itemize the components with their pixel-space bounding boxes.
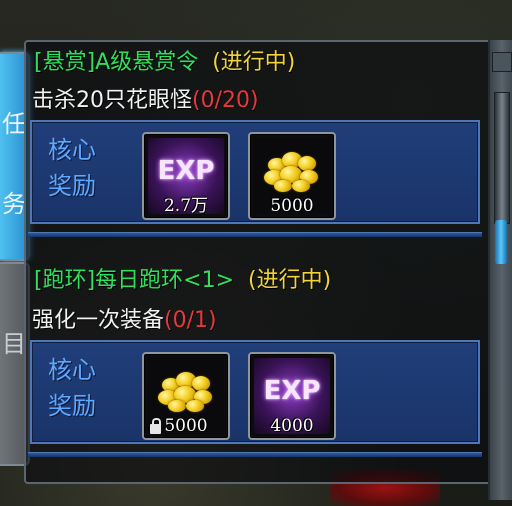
quest-1-reward-box: 核心奖励 EXP 2.7万 5000 xyxy=(30,120,480,224)
quest-2-reward-exp-count: 4000 xyxy=(270,416,314,436)
quest-2-status: (进行中) xyxy=(248,268,332,293)
quest-1-reward-exp-count: 2.7万 xyxy=(163,196,209,216)
quest-1-description: 击杀20只花眼怪 xyxy=(32,88,192,113)
quest-2-progress: (0/1) xyxy=(164,308,217,333)
scroll-up-arrow[interactable] xyxy=(492,52,512,72)
quest-2-description: 强化一次装备 xyxy=(32,308,165,333)
quest-2-description-row: 强化一次装备(0/1) xyxy=(32,302,217,334)
quest-divider xyxy=(28,232,482,237)
quest-2-reward-exp-slot[interactable]: EXP 4000 xyxy=(248,352,336,440)
quest-1-reward-gold-slot[interactable]: 5000 xyxy=(248,132,336,220)
quest-2-title: [跑环]每日跑环<1> xyxy=(34,268,235,293)
quest-2-reward-label: 核心奖励 xyxy=(48,356,96,420)
scrollbar[interactable] xyxy=(488,40,512,500)
side-tab-quest-label-2: 务 xyxy=(2,190,26,218)
quest-2-reward-gold-count: 5000 xyxy=(164,416,208,436)
side-tab-quest-label: 任 xyxy=(2,110,26,138)
quest-1-reward-gold-count: 5000 xyxy=(270,196,314,216)
quest-1-description-row: 击杀20只花眼怪(0/20) xyxy=(32,82,259,114)
quest-2-reward-gold-slot[interactable]: 5000 xyxy=(142,352,230,440)
quest-divider-2 xyxy=(28,452,482,457)
quest-1-reward-label: 核心奖励 xyxy=(48,136,96,200)
scroll-thumb[interactable] xyxy=(494,92,510,224)
quest-1-progress: (0/20) xyxy=(192,88,259,113)
quest-2-title-row[interactable]: [跑环]每日跑环<1> (进行中) xyxy=(34,262,331,294)
side-tab-secondary-label: 目 xyxy=(2,330,26,358)
scroll-indicator xyxy=(495,220,507,264)
quest-1-status: (进行中) xyxy=(212,50,296,75)
quest-1-title-row[interactable]: [悬赏]A级悬赏令 (进行中) xyxy=(34,44,295,76)
quest-2-reward-box: 核心奖励 5000 EXP 4000 xyxy=(30,340,480,444)
quest-1-title: [悬赏]A级悬赏令 xyxy=(34,50,199,75)
quest-1-reward-exp-slot[interactable]: EXP 2.7万 xyxy=(142,132,230,220)
